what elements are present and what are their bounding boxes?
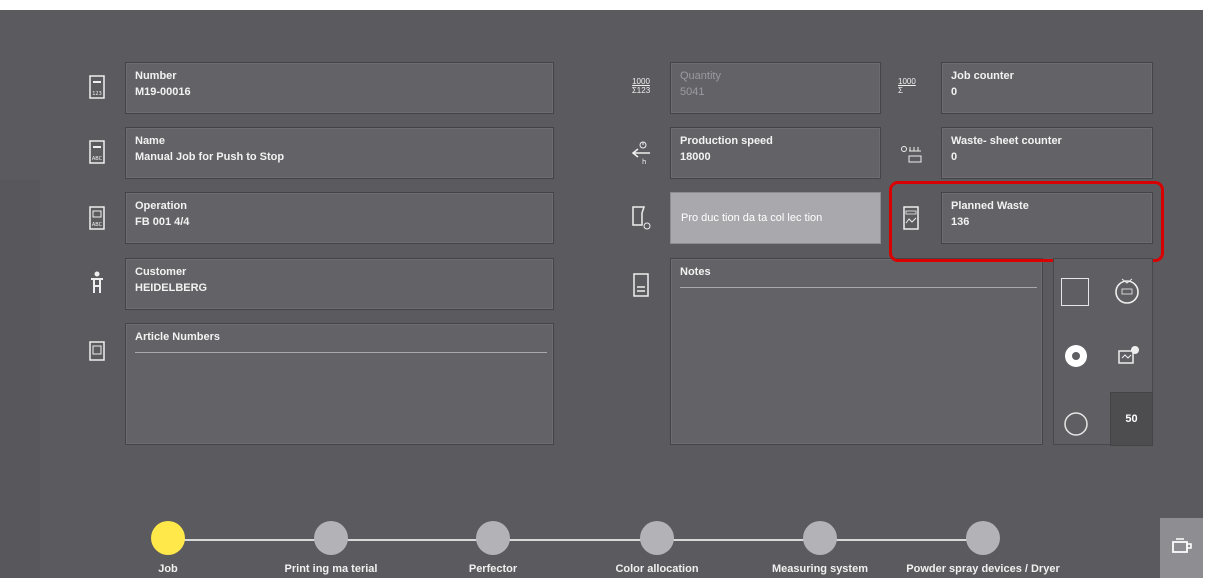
svg-text:123: 123 [92, 91, 102, 97]
waste-sheet-counter-value: 0 [951, 151, 958, 163]
job-counter-value: 0 [951, 86, 958, 98]
quantity-field: Quantity 5041 [670, 62, 881, 114]
customer-icon [86, 270, 108, 296]
sheet-settings-icon[interactable] [1116, 341, 1142, 369]
quantity-value: 5041 [680, 86, 705, 98]
timer-icon[interactable] [1112, 275, 1142, 307]
step-label-job: Job [158, 563, 178, 575]
job-counter-icon: 1000 Σ [898, 73, 926, 99]
step-powder-spray[interactable] [966, 521, 1000, 555]
waste-sheet-counter-label: Waste- sheet counter [951, 135, 1062, 147]
notes-field[interactable]: Notes [670, 258, 1043, 445]
step-printing-material[interactable] [314, 521, 348, 555]
cup-icon [1170, 536, 1194, 561]
data-collection-icon [627, 205, 655, 231]
article-numbers-label: Article Numbers [135, 331, 220, 343]
number-value: M19-00016 [135, 86, 191, 98]
notes-label: Notes [680, 266, 711, 278]
background-shade [0, 180, 40, 578]
production-speed-label: Production speed [680, 135, 773, 147]
square-toggle[interactable] [1061, 278, 1089, 306]
job-counter-icon-top: 1000 [898, 77, 916, 86]
quantity-label: Quantity [680, 70, 721, 82]
article-numbers-field[interactable]: Article Numbers [125, 323, 554, 445]
job-counter-icon-bottom: Σ [898, 86, 903, 95]
step-job[interactable] [151, 521, 185, 555]
quantity-icon: 1000 Σ123 [627, 73, 655, 99]
svg-text:ABC: ABC [92, 156, 103, 162]
name-field[interactable]: Name Manual Job for Push to Stop [125, 127, 554, 179]
notes-underline [680, 287, 1037, 288]
radio-unselected-icon[interactable] [1061, 409, 1091, 439]
job-number-icon: 123 [86, 74, 108, 100]
step-label-printing-material: Print ing ma terial [284, 563, 378, 575]
number-field[interactable]: Number M19-00016 [125, 62, 554, 114]
highlight-box [889, 181, 1164, 262]
coffee-break-button[interactable] [1160, 518, 1203, 578]
customer-value: HEIDELBERG [135, 282, 208, 294]
customer-field[interactable]: Customer HEIDELBERG [125, 258, 554, 310]
article-icon [86, 338, 108, 364]
operation-value: FB 001 4/4 [135, 216, 190, 228]
number-label: Number [135, 70, 177, 82]
notes-icon [627, 272, 655, 298]
name-label: Name [135, 135, 165, 147]
timeline-line [168, 539, 986, 541]
count-box[interactable]: 50 [1110, 392, 1153, 446]
step-measuring-system[interactable] [803, 521, 837, 555]
name-value: Manual Job for Push to Stop [135, 151, 285, 163]
operation-icon: ABC [86, 205, 108, 231]
step-label-color-allocation: Color allocation [615, 563, 699, 575]
job-screen: 123 Number M19-00016 ABC Name Manual Job… [0, 10, 1203, 578]
job-counter-field[interactable]: Job counter 0 [941, 62, 1153, 114]
production-speed-value: 18000 [680, 151, 711, 163]
job-counter-label: Job counter [951, 70, 1014, 82]
operation-field[interactable]: Operation FB 001 4/4 [125, 192, 554, 244]
side-panel: 50 [1053, 258, 1153, 446]
job-name-icon: ABC [86, 139, 108, 165]
step-perfector[interactable] [476, 521, 510, 555]
production-data-collection-button[interactable]: Pro duc tion da ta col lec tion [670, 192, 881, 244]
speed-icon: h [627, 140, 655, 166]
radio-selected-icon[interactable] [1061, 341, 1091, 371]
customer-label: Customer [135, 266, 187, 278]
quantity-icon-bottom: Σ123 [631, 86, 651, 95]
quantity-icon-top: 1000 [632, 77, 650, 86]
production-speed-field[interactable]: Production speed 18000 [670, 127, 881, 179]
svg-text:ABC: ABC [92, 222, 103, 228]
step-color-allocation[interactable] [640, 521, 674, 555]
waste-counter-icon [898, 140, 926, 166]
step-label-perfector: Perfector [468, 563, 518, 575]
operation-label: Operation [135, 200, 187, 212]
step-label-measuring-system: Measuring system [772, 563, 868, 575]
article-numbers-underline [135, 352, 547, 353]
svg-text:h: h [642, 158, 646, 165]
waste-sheet-counter-field[interactable]: Waste- sheet counter 0 [941, 127, 1153, 179]
step-label-powder-spray: Powder spray devices / Dryer [906, 563, 1060, 575]
